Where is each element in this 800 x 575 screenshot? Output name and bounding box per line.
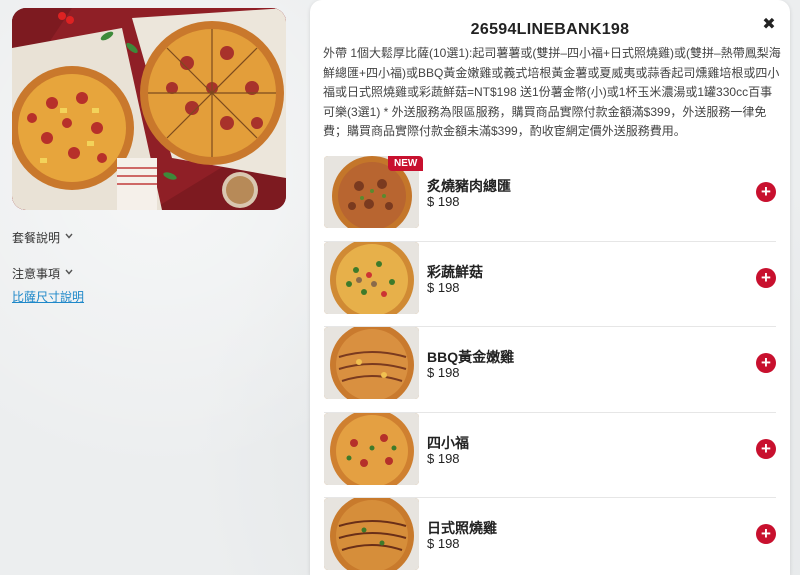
pizza-price: $ 198 xyxy=(427,536,460,551)
notes-toggle[interactable]: 注意事項 xyxy=(12,265,74,282)
pizza-thumbnail xyxy=(324,327,419,399)
pizza-option[interactable]: BBQ黃金嫩雞 $ 198 + xyxy=(324,327,776,413)
pizza-name: 彩蔬鮮菇 xyxy=(427,263,483,280)
panel-title: 26594LINEBANK198 xyxy=(470,21,630,38)
pizza-size-link[interactable]: 比薩尺寸說明 xyxy=(12,288,84,305)
pizza-name: 炙燒豬肉總匯 xyxy=(427,178,511,194)
plus-icon[interactable]: + xyxy=(756,182,776,202)
pizza-thumbnail xyxy=(324,241,419,314)
pizza-price: $ 198 xyxy=(427,450,460,466)
pizza-name: 日式照燒雞 xyxy=(427,520,497,536)
product-detail-panel: 26594LINEBANK198 ✖ 外帶 1個大鬆厚比薩(10選1):起司薯薯… xyxy=(310,0,790,575)
pizza-price: $ 198 xyxy=(427,279,460,295)
pizza-option[interactable]: 四小福 $ 198 + xyxy=(324,412,776,498)
pizza-option[interactable]: 彩蔬鮮菇 $ 198 + xyxy=(324,241,776,327)
pizza-price: $ 198 xyxy=(427,365,460,380)
close-icon[interactable]: ✖ xyxy=(760,16,778,34)
chevron-down-icon xyxy=(64,231,74,244)
pizza-size-label: 比薩尺寸說明 xyxy=(12,290,85,304)
pizza-name: BBQ黃金嫩雞 xyxy=(427,349,515,365)
hero-image xyxy=(12,8,286,210)
package-info-label: 套餐說明 xyxy=(12,231,61,245)
plus-icon[interactable]: + xyxy=(756,267,776,288)
pizza-name: 四小福 xyxy=(427,434,469,451)
package-info-toggle[interactable]: 套餐說明 xyxy=(12,229,74,246)
pizza-price: $ 198 xyxy=(427,194,460,209)
new-badge: NEW xyxy=(388,156,424,171)
notes-label: 注意事項 xyxy=(12,267,61,281)
plus-icon[interactable]: + xyxy=(756,524,776,544)
pizza-option[interactable]: NEW 炙燒豬肉總匯 $ 198 + xyxy=(324,156,776,242)
pizza-thumbnail xyxy=(324,412,419,485)
plus-icon[interactable]: + xyxy=(756,353,776,373)
pizza-option[interactable]: 日式照燒雞 $ 198 + xyxy=(324,498,776,575)
pizza-thumbnail xyxy=(324,498,419,570)
plus-icon[interactable]: + xyxy=(756,438,776,459)
package-description: 外帶 1個大鬆厚比薩(10選1):起司薯薯或(雙拼–四小福+日式照燒雞)或(雙拼… xyxy=(323,46,781,138)
chevron-down-icon xyxy=(64,267,74,280)
pizza-option-list: NEW 炙燒豬肉總匯 $ 198 + 彩蔬鮮菇 $ 198 + BBQ黃金嫩雞 … xyxy=(324,156,776,575)
